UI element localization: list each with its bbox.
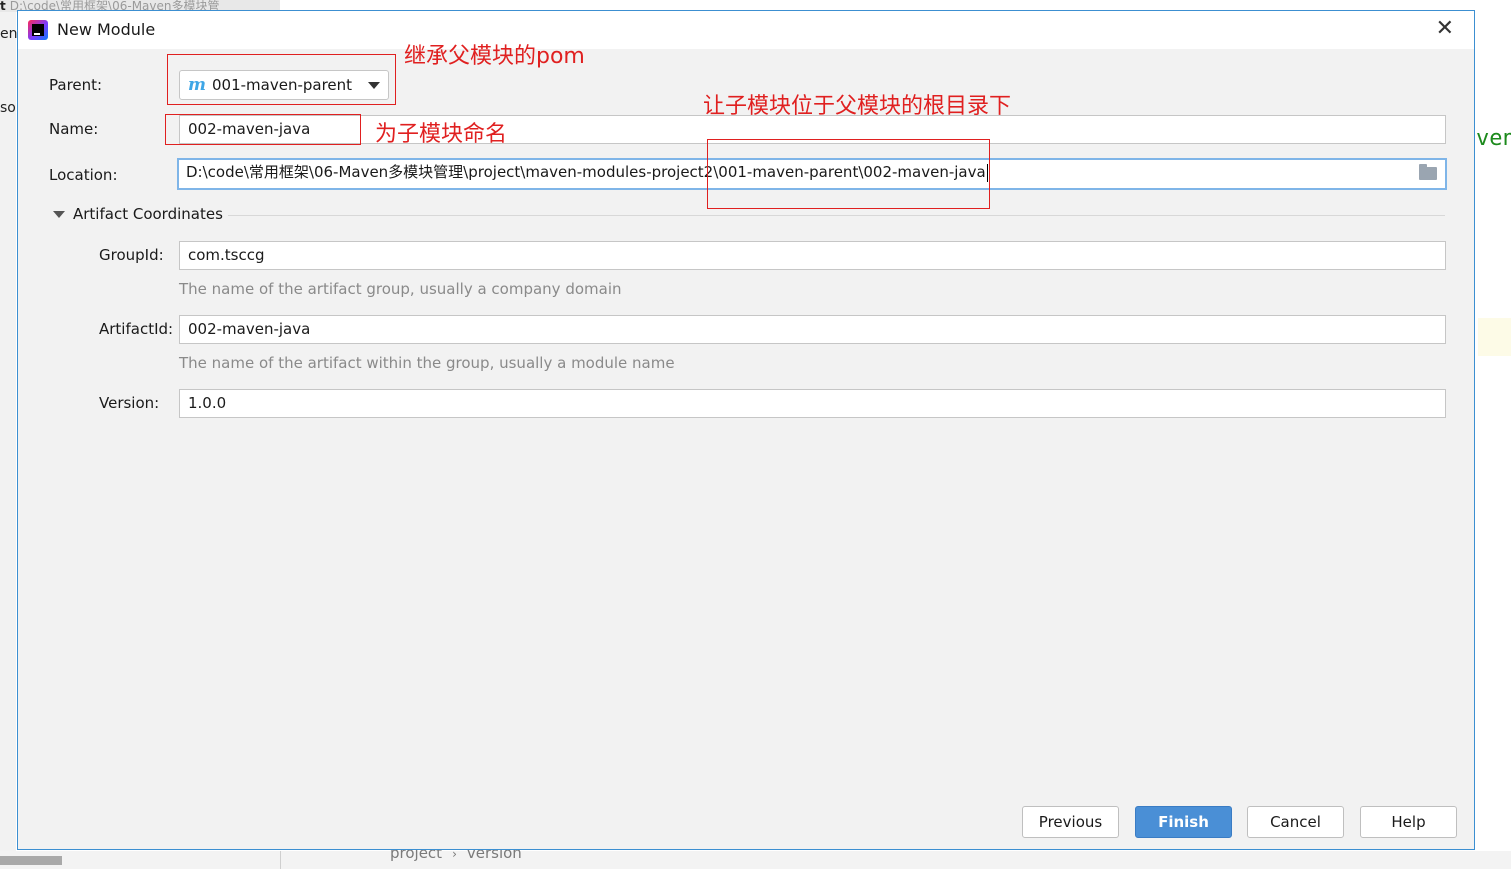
finish-button[interactable]: Finish <box>1135 806 1232 838</box>
ide-code-fragment: ven <box>1476 126 1511 151</box>
ide-fragment-en: en <box>0 26 18 42</box>
triangle-down-icon[interactable] <box>53 211 65 218</box>
groupid-hint: The name of the artifact group, usually … <box>179 280 622 298</box>
ide-left-gutter <box>0 0 16 869</box>
artifact-coordinates-toggle[interactable]: Artifact Coordinates <box>73 205 223 223</box>
artifactid-input[interactable]: 002-maven-java <box>179 315 1446 344</box>
ide-line-highlight <box>1478 318 1511 356</box>
annotation-box-location <box>707 139 990 209</box>
annotation-box-name <box>165 114 361 145</box>
annotation-name-note: 为子模块命名 <box>375 122 508 147</box>
version-input[interactable]: 1.0.0 <box>179 389 1446 418</box>
annotation-location-note: 让子模块位于父模块的根目录下 <box>703 94 1012 119</box>
ide-bottom-bar <box>0 851 1511 869</box>
location-label: Location: <box>49 166 118 184</box>
groupid-input[interactable]: com.tsccg <box>179 241 1446 270</box>
ide-bottom-divider <box>280 851 281 869</box>
ide-horizontal-scrollbar[interactable] <box>0 856 62 865</box>
groupid-label: GroupId: <box>99 246 164 264</box>
annotation-box-parent <box>167 54 396 105</box>
dialog-title: New Module <box>57 20 156 39</box>
dialog-titlebar: New Module ✕ <box>18 11 1474 49</box>
folder-icon[interactable] <box>1419 164 1437 180</box>
annotation-parent-note: 继承父模块的pom <box>404 44 585 69</box>
artifactid-hint: The name of the artifact within the grou… <box>179 354 675 372</box>
intellij-idea-icon <box>28 20 48 40</box>
version-label: Version: <box>99 394 160 412</box>
section-divider <box>228 215 1445 216</box>
cancel-button[interactable]: Cancel <box>1247 806 1344 838</box>
help-button[interactable]: Help <box>1360 806 1457 838</box>
ide-tab-prefix: t <box>0 0 6 12</box>
close-icon[interactable]: ✕ <box>1436 16 1454 41</box>
previous-button[interactable]: Previous <box>1022 806 1119 838</box>
parent-label: Parent: <box>49 76 103 94</box>
name-label: Name: <box>49 120 99 138</box>
artifactid-label: ArtifactId: <box>99 320 174 338</box>
